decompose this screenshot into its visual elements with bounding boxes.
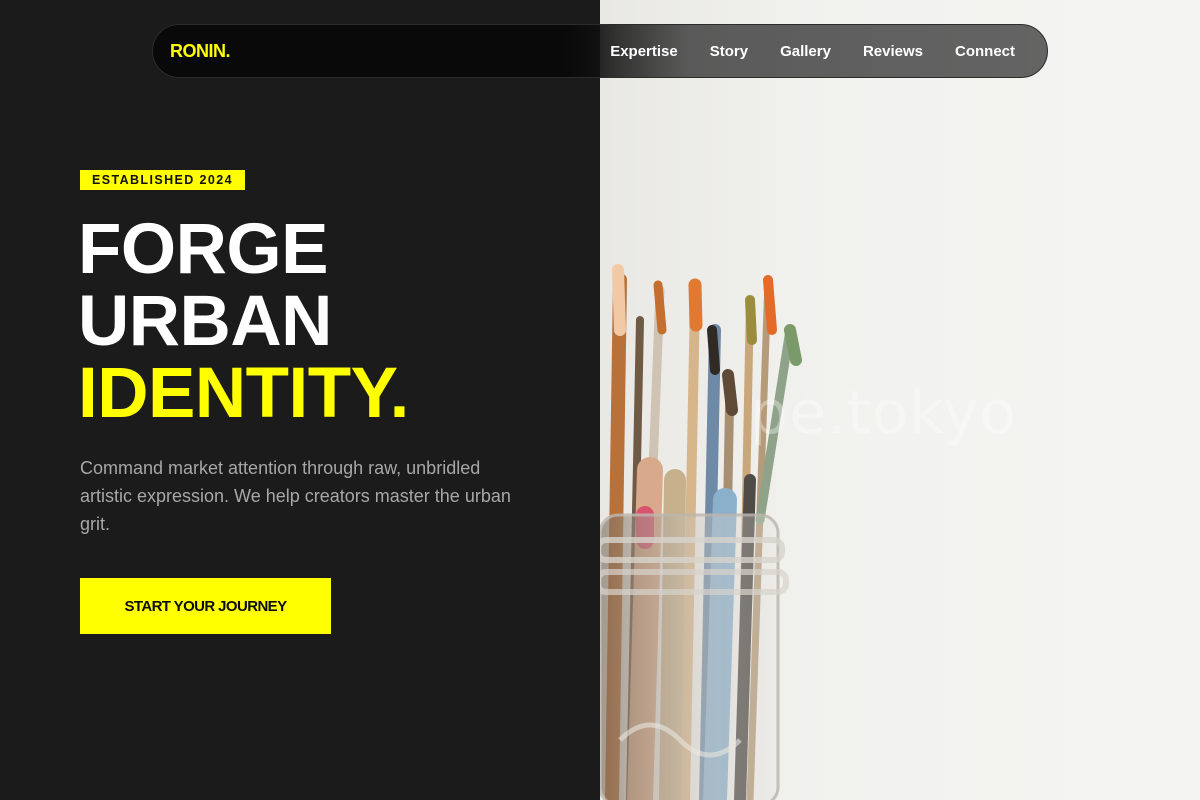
hero-photo: pe.tokyo	[600, 0, 1200, 800]
established-badge: ESTABLISHED 2024	[80, 170, 245, 190]
hero-title-line-1: FORGE	[78, 210, 328, 289]
top-navbar: RONIN. Expertise Story Gallery Reviews C…	[152, 24, 1048, 78]
nav-link-expertise[interactable]: Expertise	[594, 43, 694, 60]
nav-link-reviews[interactable]: Reviews	[847, 43, 939, 60]
brand-logo[interactable]: RONIN.	[170, 41, 231, 62]
nav-link-story[interactable]: Story	[694, 43, 764, 60]
hero-title-line-3: IDENTITY.	[78, 354, 409, 433]
hero-subtitle: Command market attention through raw, un…	[80, 458, 511, 534]
start-journey-button[interactable]: START YOUR JOURNEY	[80, 578, 331, 634]
watermark-text: pe.tokyo	[750, 378, 1018, 448]
nav-link-gallery[interactable]: Gallery	[764, 43, 847, 60]
nav-link-connect[interactable]: Connect	[939, 43, 1031, 60]
nav-links: Expertise Story Gallery Reviews Connect	[594, 43, 1031, 60]
hero-title: FORGE URBAN IDENTITY.	[78, 214, 409, 430]
hero-title-line-2: URBAN	[78, 282, 332, 361]
